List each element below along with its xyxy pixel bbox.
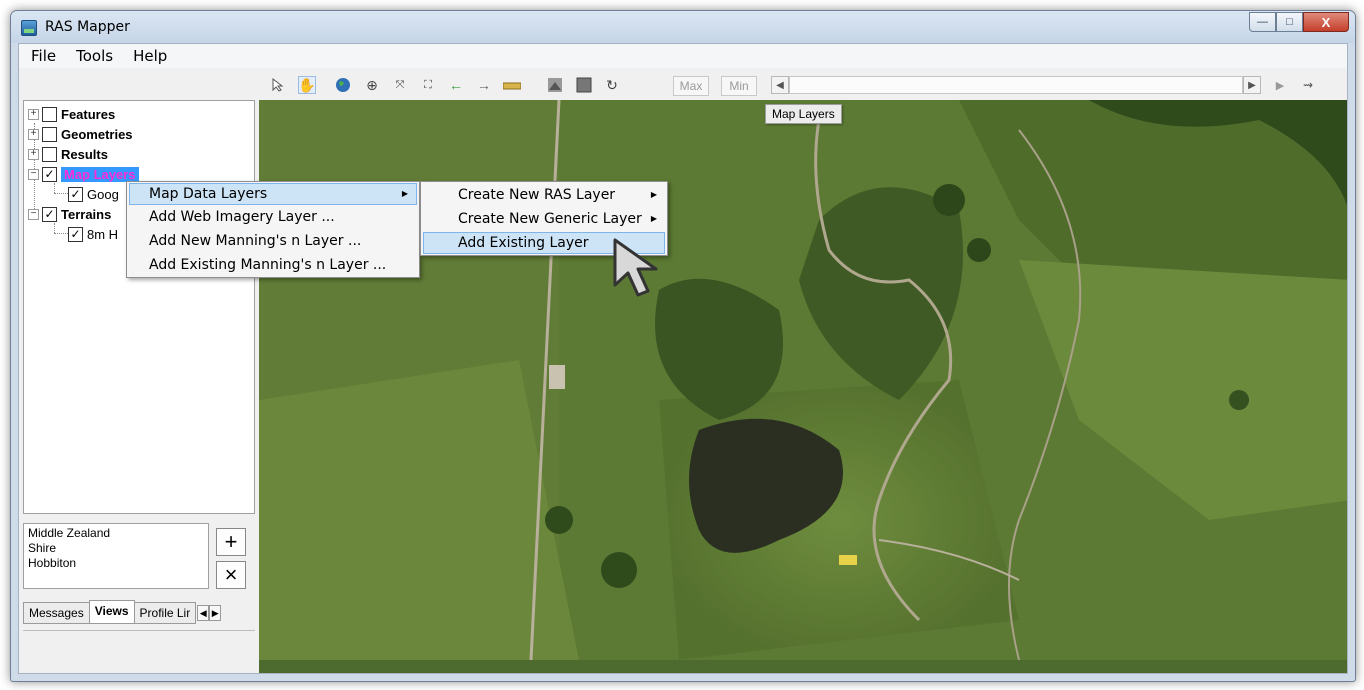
map-layers-tooltip: Map Layers: [765, 104, 842, 124]
toolbar: ✋ ⊕ ⤧ ⛶ ← → ↻ Max Min ◀ ▶ ▶ ⇝: [19, 68, 1347, 100]
layer-tree: + Features + Geometries + Results − ✓ Ma…: [23, 100, 255, 514]
tree-item-features[interactable]: + Features: [28, 105, 115, 123]
menu-item-add-web-imagery[interactable]: Add Web Imagery Layer ...: [129, 206, 417, 228]
full-extent-icon[interactable]: ⛶: [419, 76, 437, 94]
checkbox[interactable]: [42, 126, 57, 142]
plot-icon[interactable]: ↻: [603, 76, 621, 94]
time-slider[interactable]: [789, 76, 1243, 94]
tree-item-map-layers[interactable]: − ✓ Map Layers: [28, 165, 139, 183]
collapse-icon[interactable]: −: [28, 168, 39, 180]
client-area: File Tools Help ✋ ⊕ ⤧ ⛶ ← → ↻ Max Min ◀ …: [18, 43, 1348, 674]
context-menu: Map Data Layers ▶ Add Web Imagery Layer …: [126, 181, 420, 278]
min-button[interactable]: Min: [721, 76, 757, 96]
play-icon[interactable]: ▶: [1271, 76, 1289, 94]
cursor-arrow-icon: [613, 238, 658, 297]
submenu-arrow-icon: ▶: [650, 214, 657, 223]
checkbox[interactable]: ✓: [68, 186, 83, 202]
animate-icon[interactable]: ⇝: [1299, 76, 1317, 94]
tree-item-geometries[interactable]: + Geometries: [28, 125, 133, 143]
minimize-button[interactable]: —: [1249, 12, 1276, 32]
panel-tabs: Messages Views Profile Lir ◀ ▶: [23, 600, 222, 624]
tab-messages[interactable]: Messages: [23, 602, 90, 624]
collapse-icon[interactable]: −: [28, 208, 39, 220]
checkbox[interactable]: ✓: [42, 206, 57, 222]
list-item[interactable]: Hobbiton: [28, 556, 204, 571]
tab-profile-lines[interactable]: Profile Lir: [133, 602, 197, 624]
list-item[interactable]: Middle Zealand: [28, 526, 204, 541]
app-icon: [21, 20, 37, 36]
views-list[interactable]: Middle Zealand Shire Hobbiton: [23, 523, 209, 589]
checkbox[interactable]: [42, 146, 57, 162]
max-button[interactable]: Max: [673, 76, 709, 96]
tree-item-google[interactable]: ✓ Goog: [68, 185, 119, 203]
remove-view-button[interactable]: ×: [216, 561, 246, 589]
title-bar: RAS Mapper — □ X: [11, 11, 1355, 43]
checkbox[interactable]: ✓: [68, 226, 83, 242]
menu-file[interactable]: File: [31, 47, 56, 65]
forward-arrow-icon[interactable]: →: [475, 76, 493, 94]
globe-icon[interactable]: [334, 76, 352, 94]
app-window: RAS Mapper — □ X File Tools Help ✋ ⊕ ⤧ ⛶…: [10, 10, 1356, 682]
menu-bar: File Tools Help: [19, 44, 1347, 68]
menu-help[interactable]: Help: [133, 47, 167, 65]
terrain-icon[interactable]: [546, 76, 564, 94]
tree-item-terrain[interactable]: ✓ 8m H: [68, 225, 118, 243]
tree-item-terrains[interactable]: − ✓ Terrains: [28, 205, 111, 223]
scroll-right-button[interactable]: ▶: [1243, 76, 1261, 94]
expand-icon[interactable]: +: [28, 108, 39, 120]
select-arrow-icon[interactable]: [269, 76, 287, 94]
pan-hand-icon[interactable]: ✋: [298, 76, 316, 94]
submenu-arrow-icon: ▶: [401, 189, 408, 198]
add-view-button[interactable]: +: [216, 528, 246, 556]
scroll-left-button[interactable]: ◀: [771, 76, 789, 94]
menu-tools[interactable]: Tools: [76, 47, 113, 65]
menu-item-add-new-mannings[interactable]: Add New Manning's n Layer ...: [129, 230, 417, 252]
expand-icon[interactable]: +: [28, 128, 39, 140]
grid-icon[interactable]: [575, 76, 593, 94]
menu-item-add-existing-mannings[interactable]: Add Existing Manning's n Layer ...: [129, 254, 417, 276]
tab-views[interactable]: Views: [88, 600, 135, 624]
tab-prev-button[interactable]: ◀: [197, 605, 210, 621]
submenu-arrow-icon: ▶: [650, 190, 657, 199]
checkbox[interactable]: ✓: [42, 166, 57, 182]
zoom-out-icon[interactable]: ⤧: [391, 76, 409, 94]
window-title: RAS Mapper: [45, 19, 130, 35]
status-bar: [23, 630, 255, 656]
checkbox[interactable]: [42, 106, 57, 122]
tab-next-button[interactable]: ▶: [209, 605, 222, 621]
measure-icon[interactable]: [503, 76, 521, 94]
back-arrow-icon[interactable]: ←: [447, 76, 465, 94]
close-button[interactable]: X: [1303, 12, 1349, 32]
menu-item-create-ras-layer[interactable]: Create New RAS Layer ▶: [423, 184, 665, 206]
maximize-button[interactable]: □: [1276, 12, 1303, 32]
menu-item-map-data-layers[interactable]: Map Data Layers ▶: [129, 183, 417, 205]
expand-icon[interactable]: +: [28, 148, 39, 160]
list-item[interactable]: Shire: [28, 541, 204, 556]
tree-item-results[interactable]: + Results: [28, 145, 108, 163]
menu-item-create-generic-layer[interactable]: Create New Generic Layer ▶: [423, 208, 665, 230]
zoom-in-icon[interactable]: ⊕: [363, 76, 381, 94]
